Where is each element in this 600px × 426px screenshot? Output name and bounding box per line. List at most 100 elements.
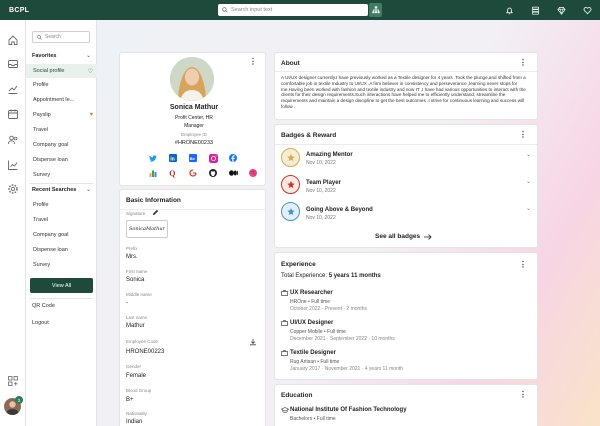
- sidebar-item-label: Travel: [33, 217, 49, 223]
- profile-designation: Manager: [184, 123, 204, 129]
- chevron-down-icon[interactable]: ⌄: [86, 52, 91, 59]
- more-options-icon[interactable]: ⋮: [519, 261, 527, 269]
- recent-item-survey[interactable]: Survey: [26, 258, 97, 272]
- analytics-icon[interactable]: [7, 83, 19, 95]
- recent-item-dispense-loan[interactable]: Dispense loan: [26, 243, 97, 257]
- linkedin-icon[interactable]: in: [168, 153, 178, 163]
- arrow-right-icon: [424, 233, 432, 240]
- rewards-button[interactable]: [548, 3, 574, 17]
- field-label: Gender: [126, 364, 142, 369]
- recent-searches-heading: Recent Searches: [32, 187, 77, 193]
- field-value: B+: [126, 397, 134, 403]
- org-chart-button[interactable]: [369, 3, 382, 17]
- total-experience: Total Experience: 5 years 11 months: [281, 273, 381, 279]
- chevron-down-icon[interactable]: ⌄: [526, 205, 531, 212]
- badge-item[interactable]: [281, 175, 300, 194]
- sidebar-search-input[interactable]: Search: [32, 31, 90, 43]
- qr-code-link[interactable]: QR Code: [32, 303, 55, 309]
- badge-date: Nov 10, 2022: [306, 188, 336, 194]
- recent-item-company-goal[interactable]: Company goal: [26, 228, 97, 242]
- badge-item[interactable]: [281, 148, 300, 167]
- google-plus-icon[interactable]: [188, 168, 198, 178]
- apps-icon[interactable]: [7, 375, 19, 387]
- badge-item[interactable]: [281, 202, 300, 221]
- logout-link[interactable]: Logout: [32, 320, 49, 326]
- divider: [275, 144, 537, 145]
- experience-role: Textile Designer: [290, 350, 336, 356]
- twitter-icon[interactable]: [148, 153, 158, 163]
- chevron-down-icon[interactable]: ⌄: [526, 178, 531, 185]
- recent-item-profile[interactable]: Profile: [26, 198, 97, 212]
- settings-icon[interactable]: [7, 183, 19, 195]
- see-all-badges-link[interactable]: See all badges: [375, 233, 432, 240]
- field-value: Indian: [126, 419, 143, 425]
- org-chart-icon: [371, 6, 380, 14]
- more-options-icon[interactable]: ⋮: [519, 59, 527, 67]
- about-title: About: [281, 60, 300, 67]
- profile-name: Sonica Mathur: [169, 104, 219, 111]
- experience-role: UI/UX Designer: [290, 320, 334, 326]
- sidebar-item-profile[interactable]: Profile: [26, 78, 97, 92]
- signature-label: Signature: [126, 211, 146, 216]
- sidebar-item-survey[interactable]: Survey: [26, 168, 97, 182]
- profile-photo: [170, 57, 214, 101]
- experience-dates: January 2017 · November 2021 · 4 years 1…: [290, 366, 404, 372]
- more-options-icon[interactable]: ⋮: [519, 391, 527, 399]
- experience-title: Experience: [281, 261, 316, 268]
- sidebar-item-payslip[interactable]: Payslip ♥: [26, 108, 97, 122]
- medium-icon[interactable]: [228, 168, 238, 178]
- team-icon[interactable]: [7, 134, 19, 146]
- reports-icon[interactable]: [7, 159, 19, 171]
- heart-outline-icon[interactable]: ♡: [88, 68, 93, 75]
- field-label: Middle name: [126, 292, 152, 297]
- svg-text:Q: Q: [169, 169, 175, 178]
- behance-icon[interactable]: Be: [188, 153, 198, 163]
- experience-dates: October 2022 · Present · 2 months: [290, 306, 367, 312]
- sidebar-item-social-profile[interactable]: Social profile ♡: [26, 64, 97, 78]
- sidebar-item-label: Dispense loan: [33, 157, 68, 163]
- database-button[interactable]: [522, 3, 548, 17]
- view-all-button[interactable]: View All: [30, 278, 93, 293]
- sidebar-item-dispense-loan[interactable]: Dispense loan: [26, 153, 97, 167]
- facebook-icon[interactable]: [228, 153, 238, 163]
- chevron-down-icon[interactable]: ⌄: [86, 186, 91, 193]
- favorites-button[interactable]: [574, 3, 600, 17]
- heart-filled-icon[interactable]: ♥: [89, 112, 93, 118]
- calendar-icon[interactable]: [7, 108, 19, 120]
- sidebar-item-company-goal[interactable]: Company goal: [26, 138, 97, 152]
- sidebar-item-label: Social profile: [33, 68, 65, 74]
- home-icon[interactable]: [7, 34, 19, 46]
- recent-item-travel[interactable]: Travel: [26, 213, 97, 227]
- experience-company: Copper Mobile • Full time: [290, 329, 346, 335]
- sidebar-item-appointment[interactable]: Appointment le...: [26, 93, 97, 107]
- inbox-icon[interactable]: [7, 58, 19, 70]
- employee-id-label: Employee ID: [181, 132, 207, 137]
- chevron-down-icon[interactable]: ⌄: [526, 151, 531, 158]
- edit-pencil-icon[interactable]: [152, 209, 159, 216]
- field-label: Employee Code: [126, 339, 159, 344]
- github-icon[interactable]: [208, 168, 218, 178]
- sidebar-item-label: Profile: [33, 82, 49, 88]
- instagram-icon[interactable]: [208, 153, 218, 163]
- brand-name: BCPL: [9, 6, 30, 14]
- more-options-icon[interactable]: ⋮: [519, 131, 527, 139]
- medal-icon: [281, 175, 300, 194]
- quora-icon[interactable]: Q: [168, 168, 178, 178]
- sidebar-item-label: Company goal: [33, 142, 69, 148]
- global-search-input[interactable]: Search input text: [218, 4, 368, 16]
- sidebar-item-travel[interactable]: Travel: [26, 123, 97, 137]
- search-icon: [222, 7, 228, 13]
- education-title: Education: [281, 392, 313, 399]
- search-icon: [37, 34, 42, 40]
- download-icon[interactable]: [249, 338, 257, 346]
- notification-button[interactable]: [496, 3, 522, 17]
- field-label: Blood Group: [126, 388, 152, 393]
- more-options-icon[interactable]: ⋮: [249, 58, 257, 66]
- icon-rail: 3: [0, 20, 26, 426]
- see-all-badges-label: See all badges: [375, 233, 421, 240]
- dribbble-icon[interactable]: [248, 168, 258, 178]
- signature-image: SonicaMathur: [129, 226, 165, 232]
- bar-chart-icon[interactable]: [148, 168, 158, 178]
- badge-date: Nov 10, 2022: [306, 215, 336, 221]
- sidebar-item-label: Profile: [33, 202, 49, 208]
